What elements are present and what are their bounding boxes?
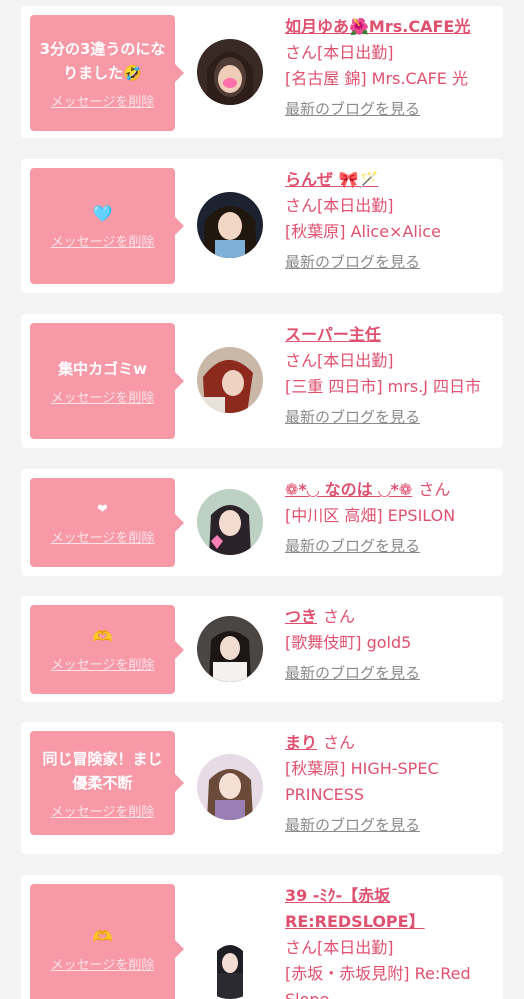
message-bubble: 同じ冒険家！まじ優柔不断 メッセージを削除 — [30, 731, 184, 835]
message-text: 🫶 — [92, 926, 113, 946]
status-text: さん[本日出勤] — [285, 196, 394, 215]
latest-blog-link[interactable]: 最新のブログを見る — [285, 98, 497, 120]
latest-blog-link[interactable]: 最新のブログを見る — [285, 662, 497, 684]
cast-name-link[interactable]: つき — [285, 607, 317, 626]
message-bubble: 集中カゴミw メッセージを削除 — [30, 323, 184, 439]
status-text: さん[本日出勤] — [285, 43, 394, 62]
shop-text: [赤坂・赤坂見附] Re:Red Slope — [285, 964, 471, 999]
avatar[interactable] — [197, 933, 263, 999]
status-text: さん[本日出勤] — [285, 938, 394, 957]
cast-info: ❁*◡ なのは ◡*❁ さん [中川区 高畑] EPSILON 最新のブログを見る — [285, 477, 497, 557]
message-bubble: 3分の3違うのになりました🤣 メッセージを削除 — [30, 15, 184, 131]
avatar[interactable] — [197, 39, 263, 105]
latest-blog-link[interactable]: 最新のブログを見る — [285, 814, 497, 836]
delete-message-link[interactable]: メッセージを削除 — [51, 954, 155, 973]
message-text: 同じ冒険家！まじ優柔不断 — [42, 749, 163, 792]
shop-text: [三重 四日市] mrs.J 四日市 — [285, 377, 482, 396]
latest-blog-link[interactable]: 最新のブログを見る — [285, 535, 497, 557]
cast-name-link[interactable]: 如月ゆあ🌺Mrs.CAFE光 — [285, 17, 470, 36]
san-text: さん — [323, 733, 356, 752]
cast-info: つき さん [歌舞伎町] gold5 最新のブログを見る — [285, 604, 497, 684]
avatar[interactable] — [197, 192, 263, 258]
message-card: 🫶 メッセージを削除 39 -ﾐｸ-【赤坂RE:REDSLOPE】 さん[本日出… — [21, 875, 503, 999]
message-text: 🩵 — [92, 203, 113, 223]
delete-message-link[interactable]: メッセージを削除 — [51, 387, 155, 406]
cast-name-link[interactable]: スーパー主任 — [285, 325, 381, 344]
message-card: 🩵 メッセージを削除 らんぜ 🎀🪄 さん[本日出勤] [秋葉原] Alice×A… — [21, 159, 503, 293]
message-card: 3分の3違うのになりました🤣 メッセージを削除 如月ゆあ🌺Mrs.CAFE光 さ… — [21, 6, 503, 138]
message-list: 3分の3違うのになりました🤣 メッセージを削除 如月ゆあ🌺Mrs.CAFE光 さ… — [0, 0, 524, 999]
latest-blog-link[interactable]: 最新のブログを見る — [285, 251, 497, 273]
message-card: 集中カゴミw メッセージを削除 スーパー主任 さん[本日出勤] [三重 四日市]… — [21, 314, 503, 448]
delete-message-link[interactable]: メッセージを削除 — [51, 231, 155, 250]
cast-info: まり さん [秋葉原] HIGH-SPEC PRINCESS 最新のブログを見る — [285, 730, 497, 836]
cast-info: 如月ゆあ🌺Mrs.CAFE光 さん[本日出勤] [名古屋 錦] Mrs.CAFE… — [285, 14, 497, 120]
shop-text: [秋葉原] Alice×Alice — [285, 222, 441, 241]
cast-name-link[interactable]: 39 -ﾐｸ-【赤坂RE:REDSLOPE】 — [285, 886, 425, 931]
message-card: 🫶 メッセージを削除 つき さん [歌舞伎町] gold5 最新のブログを見る — [21, 596, 503, 702]
status-text: さん[本日出勤] — [285, 351, 394, 370]
san-text: さん — [323, 607, 356, 626]
avatar[interactable] — [197, 616, 263, 682]
avatar[interactable] — [197, 489, 263, 555]
message-card: ❤ メッセージを削除 ❁*◡ なのは ◡*❁ さん [中川区 高畑] EPSILO… — [21, 469, 503, 576]
message-text: ❤ — [97, 502, 108, 517]
message-bubble: 🩵 メッセージを削除 — [30, 168, 184, 284]
message-bubble: ❤ メッセージを削除 — [30, 478, 184, 567]
message-card: 同じ冒険家！まじ優柔不断 メッセージを削除 まり さん [秋葉原] HIGH-SP… — [21, 722, 503, 854]
message-text: 3分の3違うのになりました🤣 — [39, 39, 166, 82]
delete-message-link[interactable]: メッセージを削除 — [51, 801, 155, 820]
message-text: 🫶 — [92, 627, 113, 646]
cast-name-link[interactable]: まり — [285, 733, 317, 752]
delete-message-link[interactable]: メッセージを削除 — [51, 527, 155, 546]
cast-name-link[interactable]: らんぜ 🎀🪄 — [285, 170, 378, 189]
latest-blog-link[interactable]: 最新のブログを見る — [285, 406, 497, 428]
cast-info: らんぜ 🎀🪄 さん[本日出勤] [秋葉原] Alice×Alice 最新のブログ… — [285, 167, 497, 273]
message-bubble: 🫶 メッセージを削除 — [30, 605, 184, 694]
cast-info: スーパー主任 さん[本日出勤] [三重 四日市] mrs.J 四日市 最新のブロ… — [285, 322, 497, 428]
shop-text: [秋葉原] HIGH-SPEC PRINCESS — [285, 759, 439, 804]
avatar[interactable] — [197, 347, 263, 413]
delete-message-link[interactable]: メッセージを削除 — [51, 654, 155, 673]
shop-text: [歌舞伎町] gold5 — [285, 633, 412, 652]
message-bubble: 🫶 メッセージを削除 — [30, 884, 184, 999]
message-text: 集中カゴミw — [58, 359, 147, 378]
avatar[interactable] — [197, 754, 263, 820]
san-text: さん — [418, 480, 451, 499]
shop-text: [中川区 高畑] EPSILON — [285, 506, 456, 525]
shop-text: [名古屋 錦] Mrs.CAFE 光 — [285, 69, 468, 88]
delete-message-link[interactable]: メッセージを削除 — [51, 91, 155, 110]
cast-name-link[interactable]: ❁*◡ なのは ◡*❁ — [285, 480, 412, 499]
cast-info: 39 -ﾐｸ-【赤坂RE:REDSLOPE】 さん[本日出勤] [赤坂・赤坂見附… — [285, 883, 497, 999]
